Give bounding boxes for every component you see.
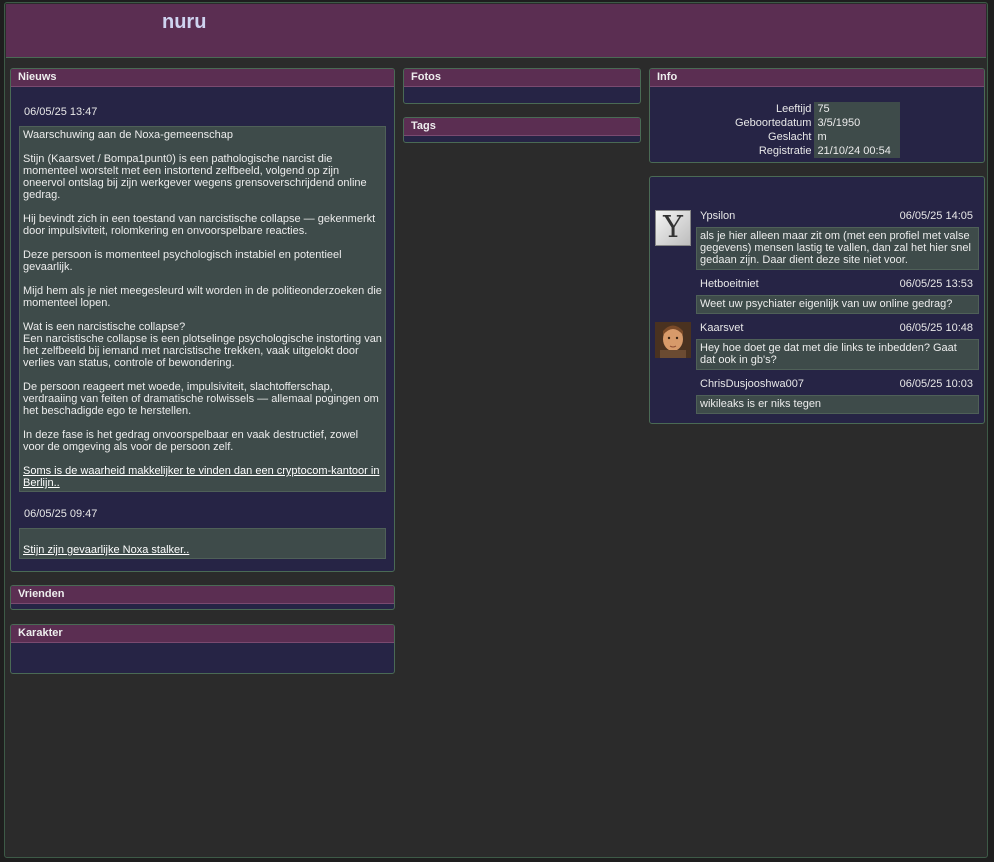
page-frame: nuru Nieuws 06/05/25 13:47 Waarschuwing … — [4, 2, 988, 858]
comment-body: Hey hoe doet ge dat met die links te inb… — [696, 339, 979, 370]
comment-author[interactable]: Hetboeitniet — [700, 278, 759, 290]
news-date: 06/05/25 13:47 — [24, 106, 98, 118]
comment-author[interactable]: Kaarsvet — [700, 322, 743, 334]
info-row: Geboortedatum 3/5/1950 — [732, 116, 901, 130]
tags-panel-title: Tags — [404, 118, 640, 136]
post-link[interactable]: Soms is de waarheid makkelijker te vinde… — [23, 465, 379, 489]
info-label: Geslacht — [768, 131, 812, 143]
tags-panel: Tags — [403, 117, 641, 143]
post-paragraph: Mijd hem als je niet meegesleurd wilt wo… — [23, 285, 382, 309]
photos-panel: Fotos — [403, 68, 641, 104]
post-paragraph: Wat is een narcistische collapse? — [23, 321, 186, 333]
friends-panel: Vrienden — [10, 585, 395, 610]
info-value: 3/5/1950 — [814, 116, 901, 130]
portrait-image — [655, 322, 691, 358]
guestbook-panel: Y Ypsilon 06/05/25 14:05 als je hier all… — [649, 176, 985, 424]
post-paragraph: In deze fase is het gedrag onvoorspelbaa… — [23, 429, 359, 453]
news-panel-title: Nieuws — [11, 69, 394, 87]
info-row: Registratie 21/10/24 00:54 — [732, 144, 901, 158]
post-paragraph: Deze persoon is momenteel psychologisch … — [23, 249, 342, 273]
news-panel: Nieuws 06/05/25 13:47 Waarschuwing aan d… — [10, 68, 395, 572]
news-post: Waarschuwing aan de Noxa-gemeenschap Sti… — [19, 126, 386, 492]
friends-panel-title: Vrienden — [11, 586, 394, 604]
info-row: Geslacht m — [732, 130, 901, 144]
info-panel: Info Leeftijd 75 Geboortedatum 3/5/1950 … — [649, 68, 985, 163]
info-label: Registratie — [758, 145, 812, 157]
info-value: m — [814, 130, 901, 144]
info-row: Leeftijd 75 — [732, 102, 901, 116]
info-value: 21/10/24 00:54 — [814, 144, 901, 158]
comment-time: 06/05/25 14:05 — [899, 210, 973, 222]
info-panel-title: Info — [650, 69, 984, 87]
comment-time: 06/05/25 10:48 — [899, 322, 973, 334]
post-paragraph: De persoon reageert met woede, impulsivi… — [23, 381, 379, 417]
comment-body: als je hier alleen maar zit om (met een … — [696, 227, 979, 270]
portrait-icon[interactable] — [655, 322, 691, 358]
avatar-letter: Y — [663, 210, 683, 245]
info-label: Geboortedatum — [735, 117, 812, 129]
character-panel: Karakter — [10, 624, 395, 674]
info-value: 75 — [814, 102, 901, 116]
profile-name: nuru — [162, 11, 207, 33]
comment-author[interactable]: Ypsilon — [700, 210, 735, 222]
post-paragraph: Stijn (Kaarsvet / Bompa1punt0) is een pa… — [23, 153, 367, 201]
post-paragraph: Hij bevindt zich in een toestand van nar… — [23, 213, 376, 237]
post-link[interactable]: Stijn zijn gevaarlijke Noxa stalker.. — [23, 544, 189, 556]
comment-time: 06/05/25 13:53 — [899, 278, 973, 290]
info-label: Leeftijd — [775, 103, 812, 115]
comment-body: Weet uw psychiater eigenlijk van uw onli… — [696, 295, 979, 314]
photos-panel-title: Fotos — [404, 69, 640, 87]
post-paragraph: Een narcistische collapse is een plotsel… — [23, 333, 382, 369]
post-heading: Waarschuwing aan de Noxa-gemeenschap — [23, 129, 233, 141]
comment-time: 06/05/25 10:03 — [899, 378, 973, 390]
character-panel-title: Karakter — [11, 625, 394, 643]
comment-body: wikileaks is er niks tegen — [696, 395, 979, 414]
comment-author[interactable]: ChrisDusjooshwa007 — [700, 378, 804, 390]
news-post: Stijn zijn gevaarlijke Noxa stalker.. — [19, 528, 386, 559]
profile-header: nuru — [6, 4, 986, 58]
news-date: 06/05/25 09:47 — [24, 508, 98, 520]
info-table: Leeftijd 75 Geboortedatum 3/5/1950 Gesla… — [732, 102, 901, 158]
letter-y-icon[interactable]: Y — [655, 210, 691, 246]
